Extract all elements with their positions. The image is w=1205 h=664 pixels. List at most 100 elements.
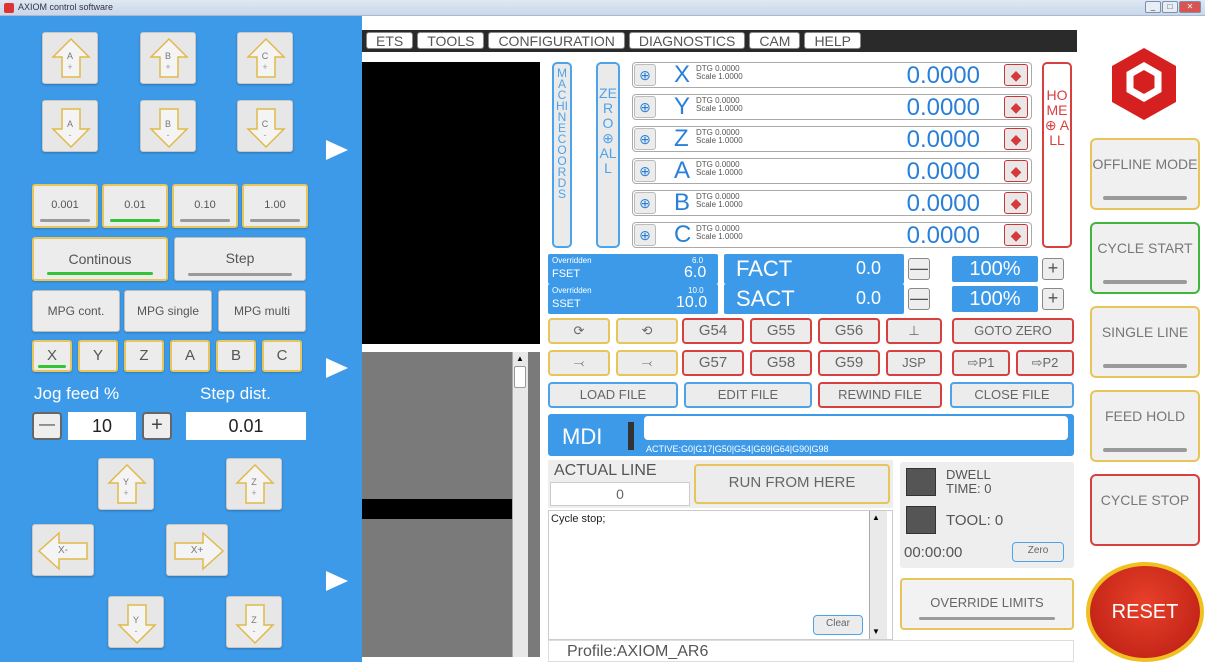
coolant-flood-button[interactable]: ⤙	[548, 350, 610, 376]
zero-axis-button[interactable]: ⊕	[634, 64, 656, 86]
axis-a-button[interactable]: A	[170, 340, 210, 372]
feed-decrease-button[interactable]: —	[908, 258, 930, 280]
single-line-button[interactable]: SINGLE LINE	[1090, 306, 1200, 378]
actual-line-field[interactable]: 0	[550, 482, 690, 506]
mdi-input[interactable]	[644, 416, 1068, 440]
probe-button[interactable]: ⊥	[886, 318, 942, 344]
home-axis-button[interactable]: ◆	[1004, 64, 1028, 86]
jog-z-minus-button[interactable]: Z -	[226, 596, 282, 648]
jog-a-plus-button[interactable]: A +	[42, 32, 98, 84]
load-file-button[interactable]: LOAD FILE	[548, 382, 678, 408]
machine-coords-button[interactable]: MACHINE COORDS	[552, 62, 572, 248]
zero-all-button[interactable]: ZERO ⊕ ALL	[596, 62, 620, 248]
step-dist-field[interactable]: 0.01	[186, 412, 306, 440]
wcs-g57-button[interactable]: G57	[682, 350, 744, 376]
scroll-down-icon[interactable]: ▼	[872, 627, 880, 636]
zero-axis-button[interactable]: ⊕	[634, 96, 656, 118]
wcs-g56-button[interactable]: G56	[818, 318, 880, 344]
axis-c-button[interactable]: C	[262, 340, 302, 372]
jog-a-minus-button[interactable]: A -	[42, 100, 98, 152]
goto-zero-button[interactable]: GOTO ZERO	[952, 318, 1074, 344]
menu-cam[interactable]: CAM	[749, 32, 801, 49]
jog-feed-decrease-button[interactable]: —	[32, 412, 62, 440]
axis-value[interactable]: 0.0000	[907, 190, 980, 218]
jog-c-minus-button[interactable]: C -	[237, 100, 293, 152]
zero-axis-button[interactable]: ⊕	[634, 224, 656, 246]
feed-hold-button[interactable]: FEED HOLD	[1090, 390, 1200, 462]
goto-p1-button[interactable]: ⇨P1	[952, 350, 1010, 376]
cycle-start-button[interactable]: CYCLE START	[1090, 222, 1200, 294]
mpg-cont-button[interactable]: MPG cont.	[32, 290, 120, 332]
axis-b-button[interactable]: B	[216, 340, 256, 372]
scroll-up-icon[interactable]: ▲	[872, 513, 880, 522]
clear-console-button[interactable]: Clear	[813, 615, 863, 635]
scroll-thumb[interactable]	[514, 366, 526, 388]
minimize-button[interactable]: _	[1145, 1, 1161, 13]
jog-b-plus-button[interactable]: B +	[140, 32, 196, 84]
jog-b-minus-button[interactable]: B -	[140, 100, 196, 152]
cycle-stop-button[interactable]: CYCLE STOP	[1090, 474, 1200, 546]
spindle-cw-button[interactable]: ⟳	[548, 318, 610, 344]
console-scrollbar[interactable]: ▲ ▼	[869, 511, 887, 639]
toolpath-view[interactable]	[362, 62, 540, 344]
coolant-mist-button[interactable]: ⤙	[616, 350, 678, 376]
offline-mode-button[interactable]: OFFLINE MODE	[1090, 138, 1200, 210]
menu-tools[interactable]: TOOLS	[417, 32, 485, 49]
zero-axis-button[interactable]: ⊕	[634, 192, 656, 214]
close-button[interactable]: ✕	[1179, 1, 1201, 13]
override-limits-button[interactable]: OVERRIDE LIMITS	[900, 578, 1074, 630]
spindle-increase-button[interactable]: +	[1042, 288, 1064, 310]
jog-y-plus-button[interactable]: Y +	[98, 458, 154, 510]
axis-value[interactable]: 0.0000	[907, 126, 980, 154]
jsp-button[interactable]: JSP	[886, 350, 942, 376]
jog-y-minus-button[interactable]: Y -	[108, 596, 164, 648]
jog-c-plus-button[interactable]: C +	[237, 32, 293, 84]
home-axis-button[interactable]: ◆	[1004, 96, 1028, 118]
increment-001-button[interactable]: 0.01	[102, 184, 168, 228]
goto-p2-button[interactable]: ⇨P2	[1016, 350, 1074, 376]
axis-z-button[interactable]: Z	[124, 340, 164, 372]
zero-timer-button[interactable]: Zero	[1012, 542, 1064, 562]
axis-value[interactable]: 0.0000	[907, 222, 980, 250]
jog-x-minus-button[interactable]: X-	[32, 524, 94, 576]
home-axis-button[interactable]: ◆	[1004, 224, 1028, 246]
scroll-up-icon[interactable]: ▲	[514, 354, 526, 364]
axis-x-button[interactable]: X	[32, 340, 72, 372]
increment-0001-button[interactable]: 0.001	[32, 184, 98, 228]
reset-button[interactable]: RESET	[1086, 562, 1204, 662]
rewind-file-button[interactable]: REWIND FILE	[818, 382, 942, 408]
continuous-mode-button[interactable]: Continous	[32, 237, 168, 281]
run-from-here-button[interactable]: RUN FROM HERE	[694, 464, 890, 504]
wcs-g54-button[interactable]: G54	[682, 318, 744, 344]
wcs-g58-button[interactable]: G58	[750, 350, 812, 376]
wcs-g55-button[interactable]: G55	[750, 318, 812, 344]
menu-help[interactable]: HELP	[804, 32, 862, 49]
home-axis-button[interactable]: ◆	[1004, 192, 1028, 214]
menu-diagnostics[interactable]: DIAGNOSTICS	[628, 32, 746, 49]
jog-feed-increase-button[interactable]: +	[142, 412, 172, 440]
menu-configuration[interactable]: CONFIGURATION	[488, 32, 625, 49]
menu-offsets[interactable]: ETS	[366, 32, 414, 49]
axis-value[interactable]: 0.0000	[907, 62, 980, 90]
increment-010-button[interactable]: 0.10	[172, 184, 238, 228]
step-mode-button[interactable]: Step	[174, 237, 306, 281]
maximize-button[interactable]: □	[1162, 1, 1178, 13]
home-axis-button[interactable]: ◆	[1004, 128, 1028, 150]
zero-axis-button[interactable]: ⊕	[634, 128, 656, 150]
collapse-arrow-icon[interactable]	[326, 571, 348, 591]
home-axis-button[interactable]: ◆	[1004, 160, 1028, 182]
home-all-button[interactable]: HOME ⊕ ALL	[1042, 62, 1072, 248]
wcs-g59-button[interactable]: G59	[818, 350, 880, 376]
spindle-decrease-button[interactable]: —	[908, 288, 930, 310]
feed-increase-button[interactable]: +	[1042, 258, 1064, 280]
mpg-multi-button[interactable]: MPG multi	[218, 290, 306, 332]
axis-value[interactable]: 0.0000	[907, 158, 980, 186]
spindle-ccw-button[interactable]: ⟲	[616, 318, 678, 344]
gcode-scrollbar[interactable]: ▲	[512, 352, 528, 657]
jog-z-plus-button[interactable]: Z +	[226, 458, 282, 510]
collapse-arrow-icon[interactable]	[326, 358, 348, 378]
increment-100-button[interactable]: 1.00	[242, 184, 308, 228]
mpg-single-button[interactable]: MPG single	[124, 290, 212, 332]
collapse-arrow-icon[interactable]	[326, 140, 348, 160]
axis-value[interactable]: 0.0000	[907, 94, 980, 122]
